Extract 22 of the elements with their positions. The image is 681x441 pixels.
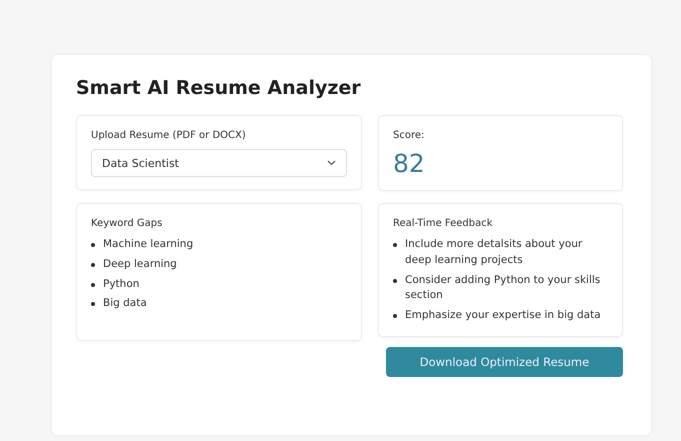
keyword-item: Python (103, 276, 140, 292)
keyword-gaps-title: Keyword Gaps (91, 218, 164, 229)
bullet-icon (91, 243, 95, 247)
feedback-item: Emphasize your expertise in big data (405, 308, 601, 323)
bullet-icon (91, 262, 95, 267)
bullet-icon (91, 302, 95, 306)
app-title: Smart AI Resume Analyzer (76, 77, 362, 99)
score-label: Score: (393, 130, 426, 141)
resume-select[interactable]: Data Scientist (91, 149, 347, 177)
keyword-item: Machine learning (103, 237, 194, 252)
upload-label: Upload Resume (PDF or DOCX) (91, 130, 247, 141)
bullet-icon (393, 278, 397, 282)
score-value: 82 (393, 149, 426, 178)
chevron-down-icon (327, 160, 336, 166)
feedback-item: Consider adding Python to your skills section (405, 272, 602, 304)
keyword-item: Big data (103, 296, 147, 312)
bullet-icon (393, 243, 397, 247)
keyword-item: Deep learning (103, 256, 177, 272)
bullet-icon (393, 314, 397, 318)
bullet-icon (91, 282, 95, 286)
feedback-title: Real-Time Feedback (393, 218, 494, 229)
feedback-item: Include more detalsits about your deep learning projects (405, 237, 584, 268)
